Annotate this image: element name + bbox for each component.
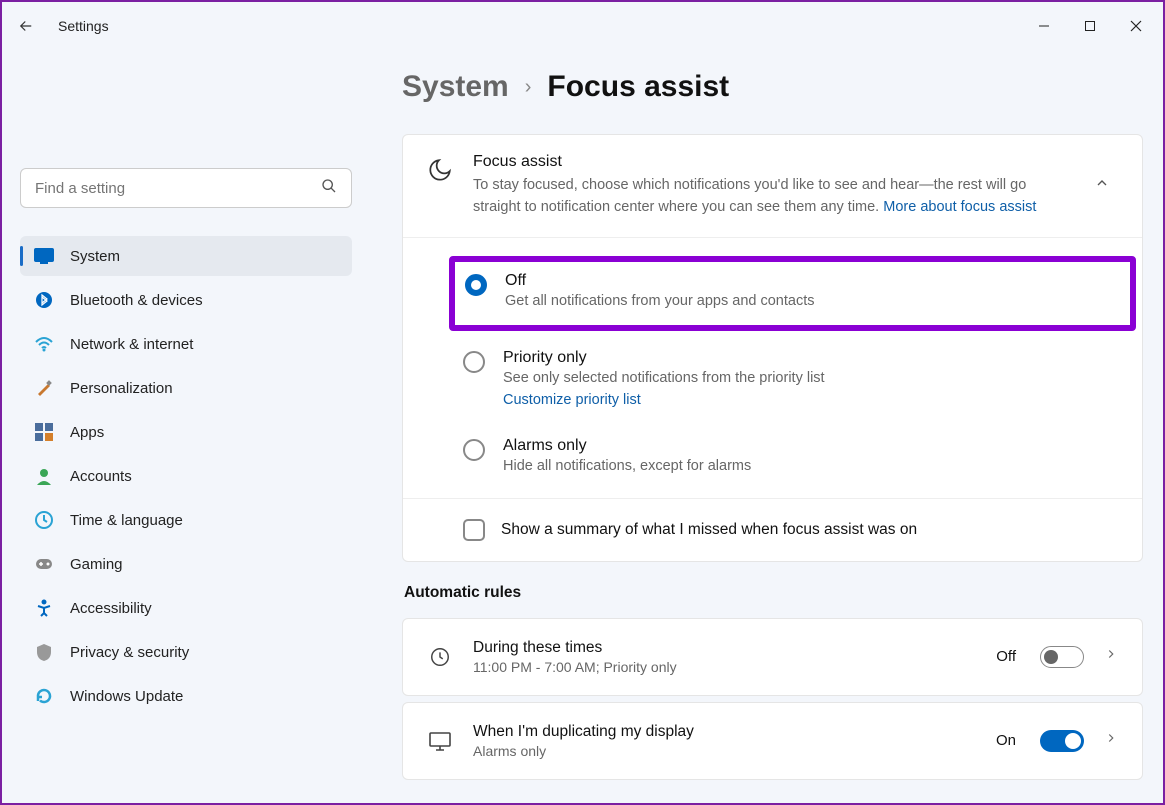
display-icon	[34, 246, 54, 266]
sidebar-item-personalization[interactable]: Personalization	[20, 368, 352, 408]
radio-description: Get all notifications from your apps and…	[505, 293, 1100, 309]
account-icon	[34, 466, 54, 486]
summary-checkbox-row[interactable]: Show a summary of what I missed when foc…	[403, 498, 1142, 561]
sidebar-item-system[interactable]: System	[20, 236, 352, 276]
radio-button-icon[interactable]	[465, 274, 487, 296]
sidebar-item-label: Network & internet	[70, 336, 193, 353]
radio-description: See only selected notifications from the…	[503, 370, 1112, 386]
radio-alarms[interactable]: Alarms only Hide all notifications, exce…	[403, 423, 1142, 488]
bluetooth-icon	[34, 290, 54, 310]
minimize-button[interactable]	[1021, 6, 1067, 46]
sidebar-item-accounts[interactable]: Accounts	[20, 456, 352, 496]
sidebar-item-label: Windows Update	[70, 688, 183, 705]
sidebar-item-label: Personalization	[70, 380, 173, 397]
window-controls	[1021, 6, 1159, 46]
rule-toggle[interactable]	[1040, 730, 1084, 752]
update-icon	[34, 686, 54, 706]
clock-globe-icon	[34, 510, 54, 530]
sidebar-item-label: Privacy & security	[70, 644, 189, 661]
card-title: Focus assist	[473, 153, 1074, 171]
sidebar-item-label: System	[70, 248, 120, 265]
window-title: Settings	[58, 18, 109, 34]
radio-button-icon[interactable]	[463, 439, 485, 461]
sidebar-item-label: Time & language	[70, 512, 183, 529]
checkbox-icon[interactable]	[463, 519, 485, 541]
card-header[interactable]: Focus assist To stay focused, choose whi…	[403, 135, 1142, 238]
main-content: System › Focus assist Focus assist To st…	[362, 50, 1163, 803]
rule-description: Alarms only	[473, 743, 976, 759]
rule-toggle[interactable]	[1040, 646, 1084, 668]
search-box[interactable]	[20, 168, 352, 208]
moon-icon	[427, 157, 453, 183]
sidebar-item-update[interactable]: Windows Update	[20, 676, 352, 716]
sidebar-item-apps[interactable]: Apps	[20, 412, 352, 452]
page-title: Focus assist	[547, 70, 729, 104]
arrow-left-icon	[17, 17, 35, 35]
sidebar-item-label: Apps	[70, 424, 104, 441]
nav-list: System Bluetooth & devices Network & int…	[20, 236, 352, 716]
shield-icon	[34, 642, 54, 662]
sidebar-item-label: Accounts	[70, 468, 132, 485]
chevron-right-icon: ›	[525, 76, 532, 99]
rule-state-label: Off	[996, 648, 1016, 665]
brush-icon	[34, 378, 54, 398]
apps-icon	[34, 422, 54, 442]
radio-label: Alarms only	[503, 437, 1112, 455]
sidebar-item-label: Bluetooth & devices	[70, 292, 203, 309]
sidebar-item-bluetooth[interactable]: Bluetooth & devices	[20, 280, 352, 320]
sidebar-item-gaming[interactable]: Gaming	[20, 544, 352, 584]
monitor-icon	[427, 731, 453, 751]
minimize-icon	[1038, 20, 1050, 32]
sidebar-item-privacy[interactable]: Privacy & security	[20, 632, 352, 672]
maximize-icon	[1084, 20, 1096, 32]
customize-priority-link[interactable]: Customize priority list	[503, 392, 641, 408]
rule-title: When I'm duplicating my display	[473, 723, 976, 741]
sidebar-item-network[interactable]: Network & internet	[20, 324, 352, 364]
breadcrumb: System › Focus assist	[402, 70, 1143, 104]
sidebar-item-label: Gaming	[70, 556, 123, 573]
breadcrumb-parent[interactable]: System	[402, 70, 509, 104]
more-about-link[interactable]: More about focus assist	[883, 199, 1036, 215]
maximize-button[interactable]	[1067, 6, 1113, 46]
search-input[interactable]	[35, 180, 321, 197]
sidebar-item-time[interactable]: Time & language	[20, 500, 352, 540]
radio-label: Priority only	[503, 349, 1112, 367]
wifi-icon	[34, 334, 54, 354]
chevron-right-icon[interactable]	[1104, 647, 1118, 666]
chevron-right-icon[interactable]	[1104, 731, 1118, 750]
back-button[interactable]	[6, 6, 46, 46]
close-button[interactable]	[1113, 6, 1159, 46]
sidebar-item-accessibility[interactable]: Accessibility	[20, 588, 352, 628]
close-icon	[1130, 20, 1142, 32]
radio-off[interactable]: Off Get all notifications from your apps…	[449, 256, 1136, 331]
rule-description: 11:00 PM - 7:00 AM; Priority only	[473, 659, 976, 675]
rule-during-times[interactable]: During these times 11:00 PM - 7:00 AM; P…	[402, 618, 1143, 696]
rule-state-label: On	[996, 732, 1016, 749]
card-description: To stay focused, choose which notificati…	[473, 175, 1074, 219]
search-icon	[321, 178, 337, 199]
accessibility-icon	[34, 598, 54, 618]
automatic-rules-heading: Automatic rules	[404, 584, 1143, 602]
focus-assist-card: Focus assist To stay focused, choose whi…	[402, 134, 1143, 562]
radio-description: Hide all notifications, except for alarm…	[503, 458, 1112, 474]
rule-duplicating-display[interactable]: When I'm duplicating my display Alarms o…	[402, 702, 1143, 780]
radio-button-icon[interactable]	[463, 351, 485, 373]
sidebar: System Bluetooth & devices Network & int…	[2, 50, 362, 803]
focus-mode-radiogroup: Off Get all notifications from your apps…	[403, 238, 1142, 498]
rule-title: During these times	[473, 639, 976, 657]
radio-priority[interactable]: Priority only See only selected notifica…	[403, 335, 1142, 423]
gamepad-icon	[34, 554, 54, 574]
chevron-up-icon[interactable]	[1094, 175, 1118, 196]
checkbox-label: Show a summary of what I missed when foc…	[501, 521, 917, 539]
radio-label: Off	[505, 272, 1100, 290]
clock-icon	[427, 646, 453, 668]
sidebar-item-label: Accessibility	[70, 600, 152, 617]
titlebar: Settings	[2, 2, 1163, 50]
